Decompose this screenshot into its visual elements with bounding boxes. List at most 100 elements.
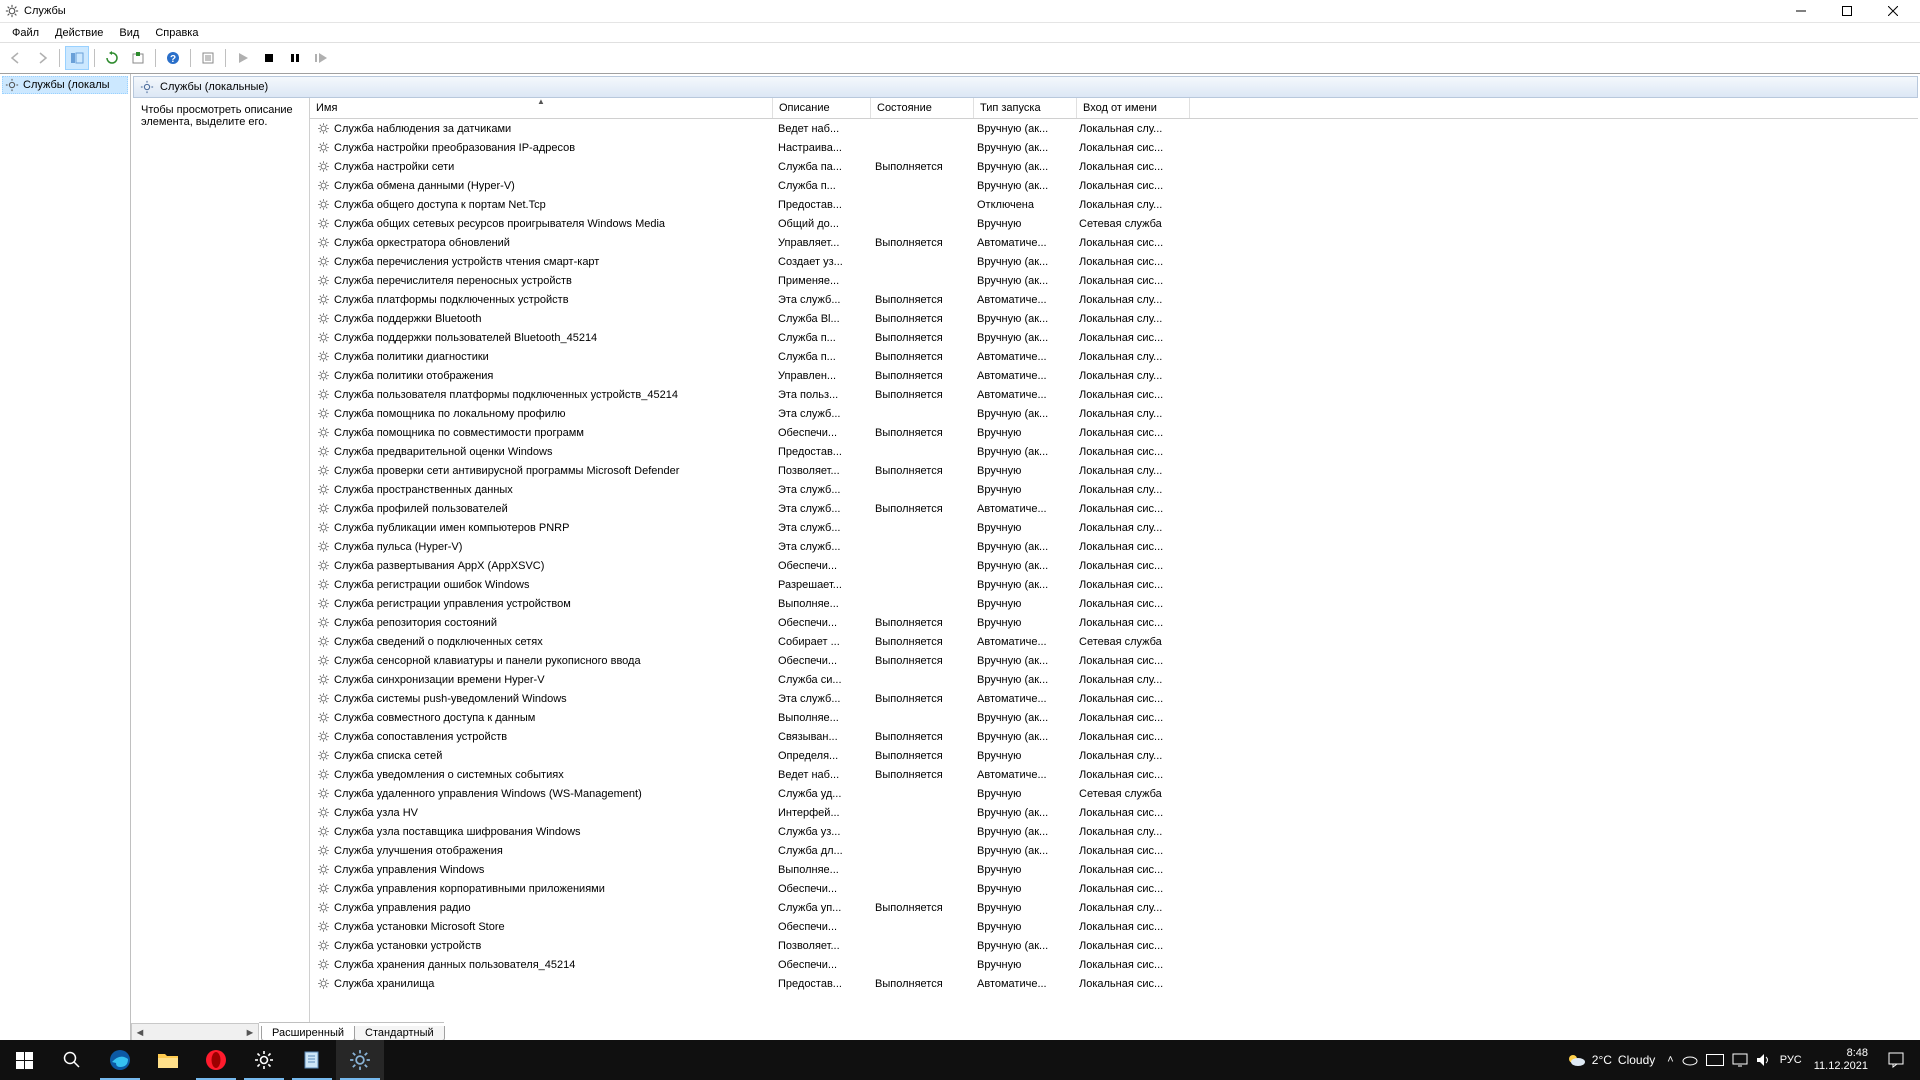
onedrive-icon[interactable]	[1682, 1054, 1698, 1066]
pause-service-button[interactable]	[283, 46, 307, 70]
service-row[interactable]: Служба перечисления устройств чтения сма…	[310, 252, 1918, 271]
taskbar-app-explorer[interactable]	[144, 1040, 192, 1080]
weather-widget[interactable]: 2°C Cloudy	[1566, 1050, 1656, 1070]
search-button[interactable]	[48, 1040, 96, 1080]
service-row[interactable]: Служба предварительной оценки WindowsПре…	[310, 442, 1918, 461]
service-row[interactable]: Служба сенсорной клавиатуры и панели рук…	[310, 651, 1918, 670]
service-row[interactable]: Служба установки устройствПозволяет...Вр…	[310, 936, 1918, 955]
service-row[interactable]: Служба поддержки BluetoothСлужба Bl...Вы…	[310, 309, 1918, 328]
service-row[interactable]: Служба политики диагностикиСлужба п...Вы…	[310, 347, 1918, 366]
service-row[interactable]: Служба развертывания AppX (AppXSVC)Обесп…	[310, 556, 1918, 575]
taskbar-app-services[interactable]	[336, 1040, 384, 1080]
service-row[interactable]: Служба пользователя платформы подключенн…	[310, 385, 1918, 404]
minimize-button[interactable]	[1778, 0, 1824, 22]
chevron-up-icon[interactable]: ˄	[1667, 1054, 1673, 1066]
service-row[interactable]: Служба наблюдения за датчикамиВедет наб.…	[310, 119, 1918, 138]
start-service-button[interactable]	[231, 46, 255, 70]
service-row[interactable]: Служба улучшения отображенияСлужба дл...…	[310, 841, 1918, 860]
col-name[interactable]: Имя ▲	[310, 98, 773, 118]
service-row[interactable]: Служба профилей пользователейЭта служб..…	[310, 499, 1918, 518]
tab-standard[interactable]: Стандартный	[354, 1026, 445, 1041]
service-row[interactable]: Служба настройки сетиСлужба па...Выполня…	[310, 157, 1918, 176]
service-row[interactable]: Служба настройки преобразования IP-адрес…	[310, 138, 1918, 157]
tab-extended[interactable]: Расширенный	[261, 1026, 355, 1041]
tray-icons[interactable]: ˄ РУС	[1667, 1053, 1801, 1067]
service-row[interactable]: Служба совместного доступа к даннымВыпол…	[310, 708, 1918, 727]
service-desc: Эта служб...	[772, 408, 869, 420]
menu-help[interactable]: Справка	[147, 25, 206, 41]
service-row[interactable]: Служба сведений о подключенных сетяхСоби…	[310, 632, 1918, 651]
col-logon[interactable]: Вход от имени	[1077, 98, 1190, 118]
service-name: Служба настройки сети	[334, 161, 454, 173]
network-icon[interactable]	[1732, 1053, 1748, 1067]
col-description[interactable]: Описание	[773, 98, 871, 118]
maximize-button[interactable]	[1824, 0, 1870, 22]
service-row[interactable]: Служба списка сетейОпределя...Выполняетс…	[310, 746, 1918, 765]
clock[interactable]: 8:48 11.12.2021	[1814, 1047, 1868, 1073]
service-row[interactable]: Служба управления радиоСлужба уп...Выпол…	[310, 898, 1918, 917]
service-row[interactable]: Служба поддержки пользователей Bluetooth…	[310, 328, 1918, 347]
service-row[interactable]: Служба оркестратора обновленийУправляет.…	[310, 233, 1918, 252]
service-row[interactable]: Служба установки Microsoft StoreОбеспечи…	[310, 917, 1918, 936]
service-row[interactable]: Служба узла поставщика шифрования Window…	[310, 822, 1918, 841]
col-startup[interactable]: Тип запуска	[974, 98, 1077, 118]
service-row[interactable]: Служба пространственных данныхЭта служб.…	[310, 480, 1918, 499]
taskbar-app-edge[interactable]	[96, 1040, 144, 1080]
service-row[interactable]: Служба перечислителя переносных устройст…	[310, 271, 1918, 290]
service-row[interactable]: Служба проверки сети антивирусной програ…	[310, 461, 1918, 480]
service-row[interactable]: Служба регистрации управления устройство…	[310, 594, 1918, 613]
service-row[interactable]: Служба системы push-уведомлений WindowsЭ…	[310, 689, 1918, 708]
service-logon: Локальная слу...	[1073, 123, 1185, 135]
col-status[interactable]: Состояние	[871, 98, 974, 118]
show-hide-tree-button[interactable]	[65, 46, 89, 70]
gear-icon	[316, 578, 330, 592]
service-row[interactable]: Служба политики отображенияУправлен...Вы…	[310, 366, 1918, 385]
scroll-right-icon[interactable]: ►	[242, 1025, 258, 1040]
menu-file[interactable]: Файл	[4, 25, 47, 41]
service-row[interactable]: Служба управления корпоративными приложе…	[310, 879, 1918, 898]
service-row[interactable]: Служба управления WindowsВыполняе...Вруч…	[310, 860, 1918, 879]
service-row[interactable]: Служба регистрации ошибок WindowsРазреша…	[310, 575, 1918, 594]
service-row[interactable]: Служба хранения данных пользователя_4521…	[310, 955, 1918, 974]
volume-icon[interactable]	[1756, 1053, 1772, 1067]
service-desc: Обеспечи...	[772, 921, 869, 933]
service-row[interactable]: Служба синхронизации времени Hyper-VСлуж…	[310, 670, 1918, 689]
nav-back-button[interactable]	[4, 46, 28, 70]
taskbar-app-notepad[interactable]	[288, 1040, 336, 1080]
language-indicator[interactable]: РУС	[1780, 1054, 1802, 1066]
service-row[interactable]: Служба общего доступа к портам Net.TcpПр…	[310, 195, 1918, 214]
keyboard-icon[interactable]	[1706, 1054, 1724, 1066]
service-desc: Предостав...	[772, 446, 869, 458]
help-button[interactable]: ?	[161, 46, 185, 70]
service-row[interactable]: Служба обмена данными (Hyper-V)Служба п.…	[310, 176, 1918, 195]
nav-forward-button[interactable]	[30, 46, 54, 70]
service-row[interactable]: Служба удаленного управления Windows (WS…	[310, 784, 1918, 803]
properties-button[interactable]	[196, 46, 220, 70]
scroll-left-icon[interactable]: ◄	[132, 1025, 148, 1040]
export-button[interactable]	[126, 46, 150, 70]
tree-item-services-local[interactable]: Службы (локалы	[2, 76, 128, 94]
service-row[interactable]: Служба платформы подключенных устройствЭ…	[310, 290, 1918, 309]
gear-icon	[316, 958, 330, 972]
refresh-button[interactable]	[100, 46, 124, 70]
service-row[interactable]: Служба сопоставления устройствСвязыван..…	[310, 727, 1918, 746]
close-button[interactable]	[1870, 0, 1916, 22]
start-button[interactable]	[0, 1040, 48, 1080]
service-row[interactable]: Служба общих сетевых ресурсов проигрыват…	[310, 214, 1918, 233]
service-row[interactable]: Служба помощника по совместимости програ…	[310, 423, 1918, 442]
service-row[interactable]: Служба хранилищаПредостав...ВыполняетсяА…	[310, 974, 1918, 993]
service-row[interactable]: Служба пульса (Hyper-V)Эта служб...Вручн…	[310, 537, 1918, 556]
taskbar-app-opera[interactable]	[192, 1040, 240, 1080]
menu-action[interactable]: Действие	[47, 25, 111, 41]
service-row[interactable]: Служба репозитория состоянийОбеспечи...В…	[310, 613, 1918, 632]
service-row[interactable]: Служба узла HVИнтерфей...Вручную (ак...Л…	[310, 803, 1918, 822]
service-row[interactable]: Служба уведомления о системных событияхВ…	[310, 765, 1918, 784]
service-row[interactable]: Служба помощника по локальному профилюЭт…	[310, 404, 1918, 423]
notifications-button[interactable]	[1880, 1052, 1912, 1068]
menu-view[interactable]: Вид	[111, 25, 147, 41]
stop-service-button[interactable]	[257, 46, 281, 70]
service-row[interactable]: Служба публикации имен компьютеров PNRPЭ…	[310, 518, 1918, 537]
taskbar-app-settings[interactable]	[240, 1040, 288, 1080]
gear-icon	[316, 312, 330, 326]
restart-service-button[interactable]	[309, 46, 333, 70]
